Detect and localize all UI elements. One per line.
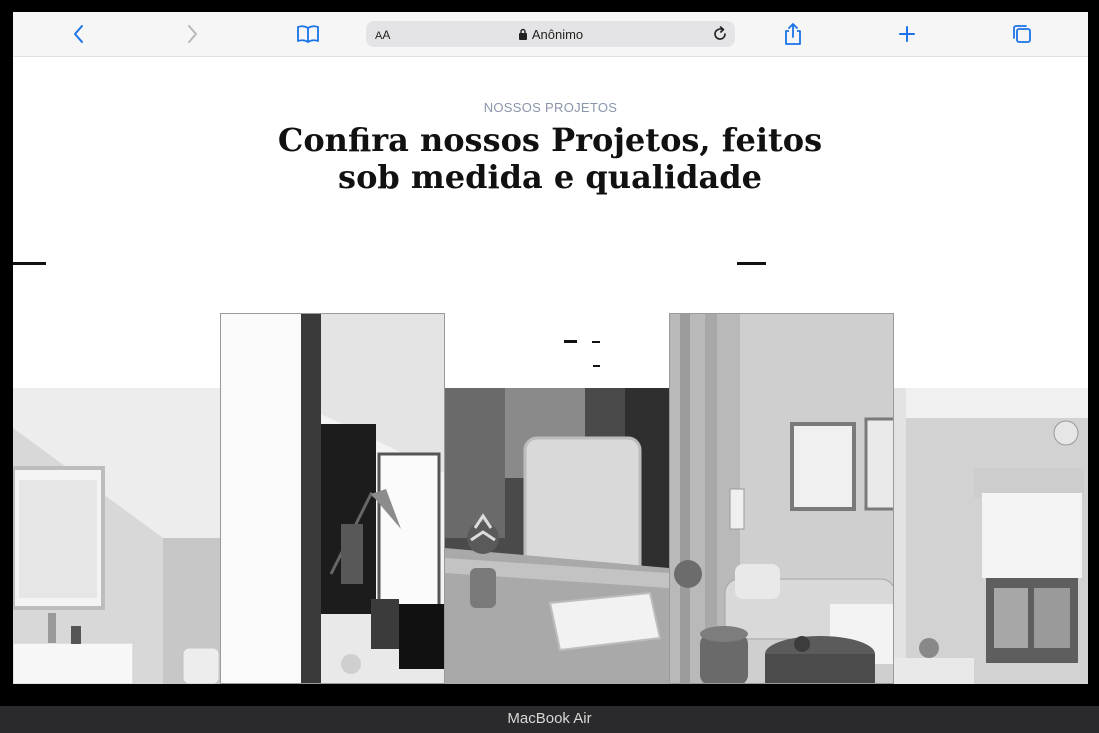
carousel-indicator [592,341,600,343]
chevron-left-icon [74,25,83,43]
address-bar[interactable]: AA Anônimo [366,21,735,47]
browser-toolbar: AA Anônimo [13,12,1088,57]
chevron-right-icon [188,25,197,43]
home-office-photo [220,313,445,684]
plus-icon [899,26,915,42]
address-display: Anônimo [366,27,735,42]
living-room-photo [669,313,894,684]
tabs-overview-button[interactable] [1009,21,1035,47]
browser-window: AA Anônimo NOSSOS PROJETOS Confira nosso… [13,12,1088,684]
section-label: NOSSOS PROJETOS [483,100,618,115]
reload-icon [714,26,726,40]
share-button[interactable] [780,21,806,47]
lock-icon [518,28,527,40]
carousel-indicator [593,365,600,367]
back-button[interactable] [66,21,92,47]
bedroom-window-photo [894,388,1088,684]
book-icon [297,25,319,43]
reload-button[interactable] [710,24,730,44]
device-label: MacBook Air [507,710,592,727]
page-title: Confira nossos Projetos, feitos sob medi… [277,121,823,196]
device-bezel: MacBook Air [0,706,1099,733]
bookmarks-button[interactable] [295,21,321,47]
table-book-photo [445,388,669,684]
forward-button[interactable] [179,21,205,47]
bathroom-photo [13,388,220,684]
carousel-indicator [564,340,577,343]
new-tab-button[interactable] [894,21,920,47]
carousel-indicator [13,262,46,265]
tabs-icon [1013,25,1031,43]
carousel-indicator [737,262,766,265]
share-icon [785,23,801,45]
address-text: Anônimo [531,27,584,42]
